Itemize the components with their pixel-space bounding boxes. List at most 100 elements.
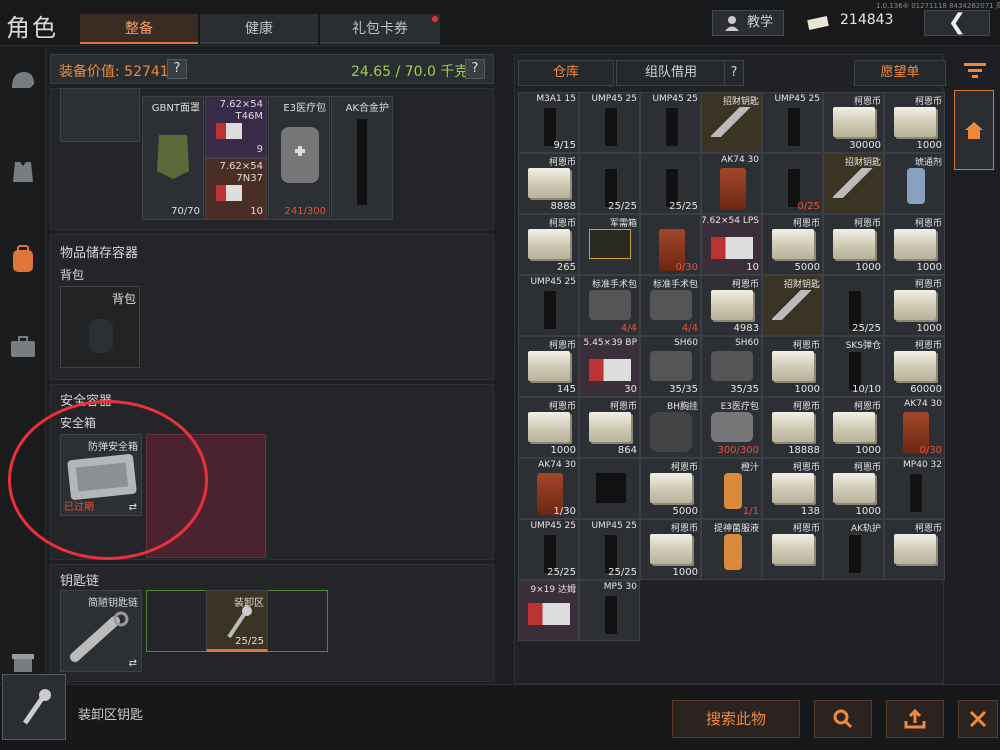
stash-item[interactable]: E3医疗包 300/300 — [701, 397, 762, 458]
vest-icon[interactable] — [8, 156, 38, 186]
tutorial-button[interactable]: 教学 — [712, 10, 784, 36]
transfer-button[interactable] — [886, 700, 944, 738]
key-unload-zone[interactable]: 装卸区 25/25 — [206, 590, 268, 652]
wishlist-button[interactable]: 愿望单 — [854, 60, 946, 86]
gift-icon[interactable] — [8, 646, 38, 676]
stash-item[interactable]: 军需箱 — [579, 214, 640, 275]
stash-item[interactable]: 柯恩币 5000 — [640, 458, 701, 519]
search-button[interactable] — [814, 700, 872, 738]
stash-item[interactable]: UMP45 25 25/25 — [579, 519, 640, 580]
close-button[interactable] — [958, 700, 998, 738]
stash-item[interactable]: 柯恩币 1000 — [762, 336, 823, 397]
item-medkit[interactable]: E3医疗包 241/300 — [268, 96, 330, 220]
stash-item[interactable]: 0/25 — [762, 153, 823, 214]
stash-item[interactable]: 标准手术包 4/4 — [640, 275, 701, 336]
stash-item[interactable]: 柯恩币 1000 — [823, 214, 884, 275]
search-item-button[interactable]: 搜索此物 — [672, 700, 800, 738]
stash-item[interactable]: 招财钥匙 — [762, 275, 823, 336]
stash-item[interactable]: 柯恩币 4983 — [701, 275, 762, 336]
stash-item[interactable]: MP40 32 — [884, 458, 945, 519]
stash-item[interactable]: 柯恩币 8888 — [518, 153, 579, 214]
stash-item[interactable]: 柯恩币 1000 — [884, 214, 945, 275]
stash-item[interactable]: 招财钥匙 — [823, 153, 884, 214]
stash-item[interactable]: UMP45 25 — [518, 275, 579, 336]
weight-help-button[interactable]: ? — [465, 59, 485, 79]
stash-item-count: 145 — [556, 384, 576, 395]
stash-item-name: SH60 — [674, 338, 698, 348]
helmet-icon[interactable] — [8, 66, 38, 96]
weapon-slot[interactable] — [60, 88, 140, 142]
stash-item[interactable]: AK74 30 — [701, 153, 762, 214]
backpack-icon[interactable] — [8, 244, 38, 274]
tab-warehouse[interactable]: 仓库 — [518, 60, 614, 86]
stash-item[interactable]: UMP45 25 25/25 — [518, 519, 579, 580]
stash-item[interactable]: 柯恩币 265 — [518, 214, 579, 275]
stash-item[interactable]: 25/25 — [823, 275, 884, 336]
swap-icon[interactable]: ⇄ — [129, 658, 137, 669]
stash-item-count: 1000 — [855, 506, 881, 517]
stash-item[interactable]: AK74 30 0/30 — [884, 397, 945, 458]
tab-health[interactable]: 健康 — [200, 14, 318, 44]
stash-item[interactable]: AK轨护 — [823, 519, 884, 580]
stash-item[interactable]: 柯恩币 — [884, 519, 945, 580]
stash-item[interactable]: 提神菌服液 — [701, 519, 762, 580]
tab-team-borrow[interactable]: 组队借用 — [616, 60, 726, 86]
stash-item[interactable]: MP5 30 — [579, 580, 640, 641]
stash-item[interactable] — [579, 458, 640, 519]
stash-item[interactable]: 25/25 — [579, 153, 640, 214]
stash-item[interactable]: 招财钥匙 — [701, 92, 762, 153]
stash-item[interactable]: 橙汁 1/1 — [701, 458, 762, 519]
tab-gift-cards[interactable]: 礼包卡券 — [320, 14, 440, 44]
cash-stack-icon — [711, 290, 753, 320]
stash-item[interactable]: SH60 35/35 — [640, 336, 701, 397]
home-button[interactable] — [954, 90, 994, 170]
selected-item-slot[interactable] — [2, 674, 66, 740]
stash-item[interactable]: SH60 35/35 — [701, 336, 762, 397]
stash-item[interactable]: 柯恩币 18888 — [762, 397, 823, 458]
item-ak-handguard[interactable]: AK合金护 — [331, 96, 393, 220]
stash-item[interactable]: BH胸挂 — [640, 397, 701, 458]
stash-item[interactable]: 柯恩币 145 — [518, 336, 579, 397]
stash-item[interactable]: 柯恩币 30000 — [823, 92, 884, 153]
stash-item[interactable]: 0/30 — [640, 214, 701, 275]
stash-item[interactable]: 琥通剂 — [884, 153, 945, 214]
keychain-slot[interactable]: 简陋钥匙链 ⇄ — [60, 590, 142, 672]
stash-item[interactable]: SKS弹仓 10/10 — [823, 336, 884, 397]
back-button[interactable]: ❮ — [924, 10, 990, 36]
case-icon[interactable] — [8, 332, 38, 362]
stash-item[interactable]: UMP45 25 — [762, 92, 823, 153]
stash-item[interactable]: 柯恩币 1000 — [518, 397, 579, 458]
stash-item-name: 柯恩币 — [853, 219, 881, 229]
stash-item[interactable]: 柯恩币 138 — [762, 458, 823, 519]
stash-item[interactable]: 5.45×39 BP 30 — [579, 336, 640, 397]
help-button[interactable]: ? — [167, 59, 187, 79]
stash-item-name: 5.45×39 BP — [583, 338, 638, 348]
backpack-slot[interactable]: 背包 — [60, 286, 140, 368]
filter-icon[interactable] — [962, 60, 988, 80]
stash-item[interactable]: 柯恩币 1000 — [823, 397, 884, 458]
item-ammo-t46m[interactable]: 7.62×54 T46M 9 — [205, 96, 267, 158]
stash-item[interactable]: 柯恩币 60000 — [884, 336, 945, 397]
item-ammo-7n37[interactable]: 7.62×54 7N37 10 — [205, 158, 267, 220]
tab-equip[interactable]: 整备 — [80, 14, 198, 44]
stash-item[interactable]: 柯恩币 1000 — [884, 92, 945, 153]
stash-item[interactable]: M3A1 15 9/15 — [518, 92, 579, 153]
stash-item-count: 1/1 — [742, 506, 759, 517]
stash-item[interactable]: 柯恩币 1000 — [884, 275, 945, 336]
stash-item[interactable]: 柯恩币 1000 — [640, 519, 701, 580]
stash-item[interactable]: 柯恩币 864 — [579, 397, 640, 458]
stash-item[interactable]: AK74 30 1/30 — [518, 458, 579, 519]
item-name: 7.62×54 — [219, 161, 263, 172]
stash-item[interactable]: 25/25 — [640, 153, 701, 214]
stash-item[interactable]: 9×19 达姆 — [518, 580, 579, 641]
juice-icon — [724, 534, 742, 570]
stash-item[interactable]: UMP45 25 — [579, 92, 640, 153]
stash-item[interactable]: 柯恩币 — [762, 519, 823, 580]
stash-item[interactable]: UMP45 25 — [640, 92, 701, 153]
item-mask[interactable]: GBNT面罩 70/70 — [142, 96, 204, 220]
stash-help-button[interactable]: ? — [724, 60, 744, 86]
stash-item[interactable]: 标准手术包 4/4 — [579, 275, 640, 336]
stash-item[interactable]: 柯恩币 5000 — [762, 214, 823, 275]
stash-item[interactable]: 7.62×54 LPS 10 — [701, 214, 762, 275]
stash-item[interactable]: 柯恩币 1000 — [823, 458, 884, 519]
